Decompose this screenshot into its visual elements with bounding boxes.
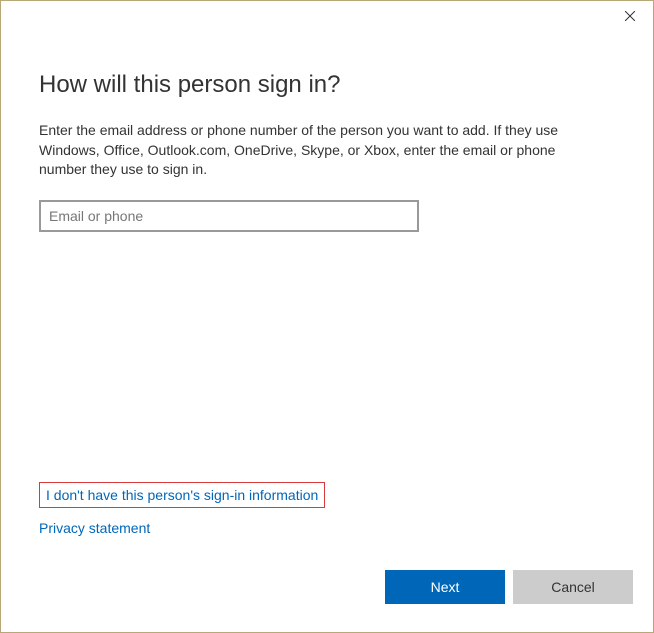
dialog-description: Enter the email address or phone number … [39, 121, 599, 180]
links-section: I don't have this person's sign-in infor… [39, 482, 615, 538]
email-or-phone-input[interactable] [39, 200, 419, 232]
add-user-dialog: How will this person sign in? Enter the … [0, 0, 654, 633]
dialog-heading: How will this person sign in? [39, 71, 615, 99]
content-spacer [39, 232, 615, 482]
privacy-statement-link[interactable]: Privacy statement [39, 518, 615, 538]
dialog-footer: Next Cancel [1, 562, 653, 632]
close-icon [625, 11, 635, 21]
dialog-content: How will this person sign in? Enter the … [1, 33, 653, 562]
close-button[interactable] [607, 1, 653, 31]
next-button[interactable]: Next [385, 570, 505, 604]
titlebar [1, 1, 653, 33]
cancel-button[interactable]: Cancel [513, 570, 633, 604]
no-signin-info-link[interactable]: I don't have this person's sign-in infor… [39, 482, 325, 508]
